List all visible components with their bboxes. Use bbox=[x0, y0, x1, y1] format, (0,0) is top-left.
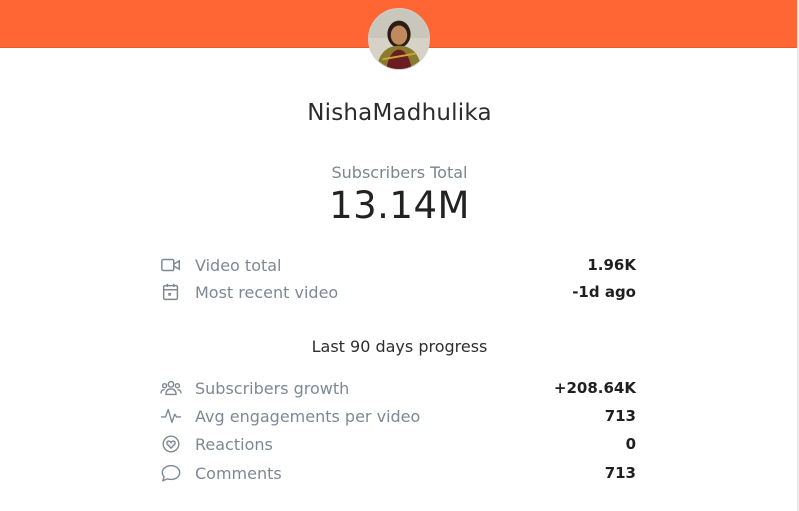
progress-value: 713 bbox=[604, 464, 636, 482]
subscribers-total-label: Subscribers Total bbox=[331, 163, 468, 182]
avatar-image bbox=[369, 9, 429, 69]
activity-icon bbox=[160, 405, 186, 427]
progress-label: Avg engagements per video bbox=[195, 406, 421, 426]
stat-label: Video total bbox=[195, 255, 282, 275]
progress-row-subscribers-growth: Subscribers growth +208.64K bbox=[160, 376, 636, 400]
stat-label: Most recent video bbox=[195, 282, 339, 302]
video-camera-icon bbox=[160, 254, 186, 276]
stat-row-most-recent-video: Most recent video -1d ago bbox=[160, 280, 636, 304]
comment-icon bbox=[160, 462, 186, 484]
progress-row-avg-engagements: Avg engagements per video 713 bbox=[160, 404, 636, 428]
progress-row-comments: Comments 713 bbox=[160, 461, 636, 485]
progress-label: Comments bbox=[195, 463, 282, 483]
stat-row-video-total: Video total 1.96K bbox=[160, 253, 636, 277]
channel-avatar[interactable] bbox=[368, 8, 430, 70]
stat-value: -1d ago bbox=[572, 283, 636, 301]
progress-label: Reactions bbox=[195, 434, 273, 454]
calendar-icon bbox=[160, 281, 186, 303]
progress-value: 713 bbox=[604, 407, 636, 425]
channel-name: NishaMadhulika bbox=[307, 100, 492, 126]
heart-icon bbox=[160, 433, 186, 455]
progress-value: 0 bbox=[625, 435, 636, 453]
users-icon bbox=[160, 377, 186, 399]
progress-row-reactions: Reactions 0 bbox=[160, 432, 636, 456]
progress-heading: Last 90 days progress bbox=[311, 337, 488, 356]
subscribers-total-value: 13.14M bbox=[329, 184, 470, 227]
progress-label: Subscribers growth bbox=[195, 378, 350, 398]
stat-value: 1.96K bbox=[587, 256, 636, 274]
progress-value: +208.64K bbox=[553, 379, 636, 397]
